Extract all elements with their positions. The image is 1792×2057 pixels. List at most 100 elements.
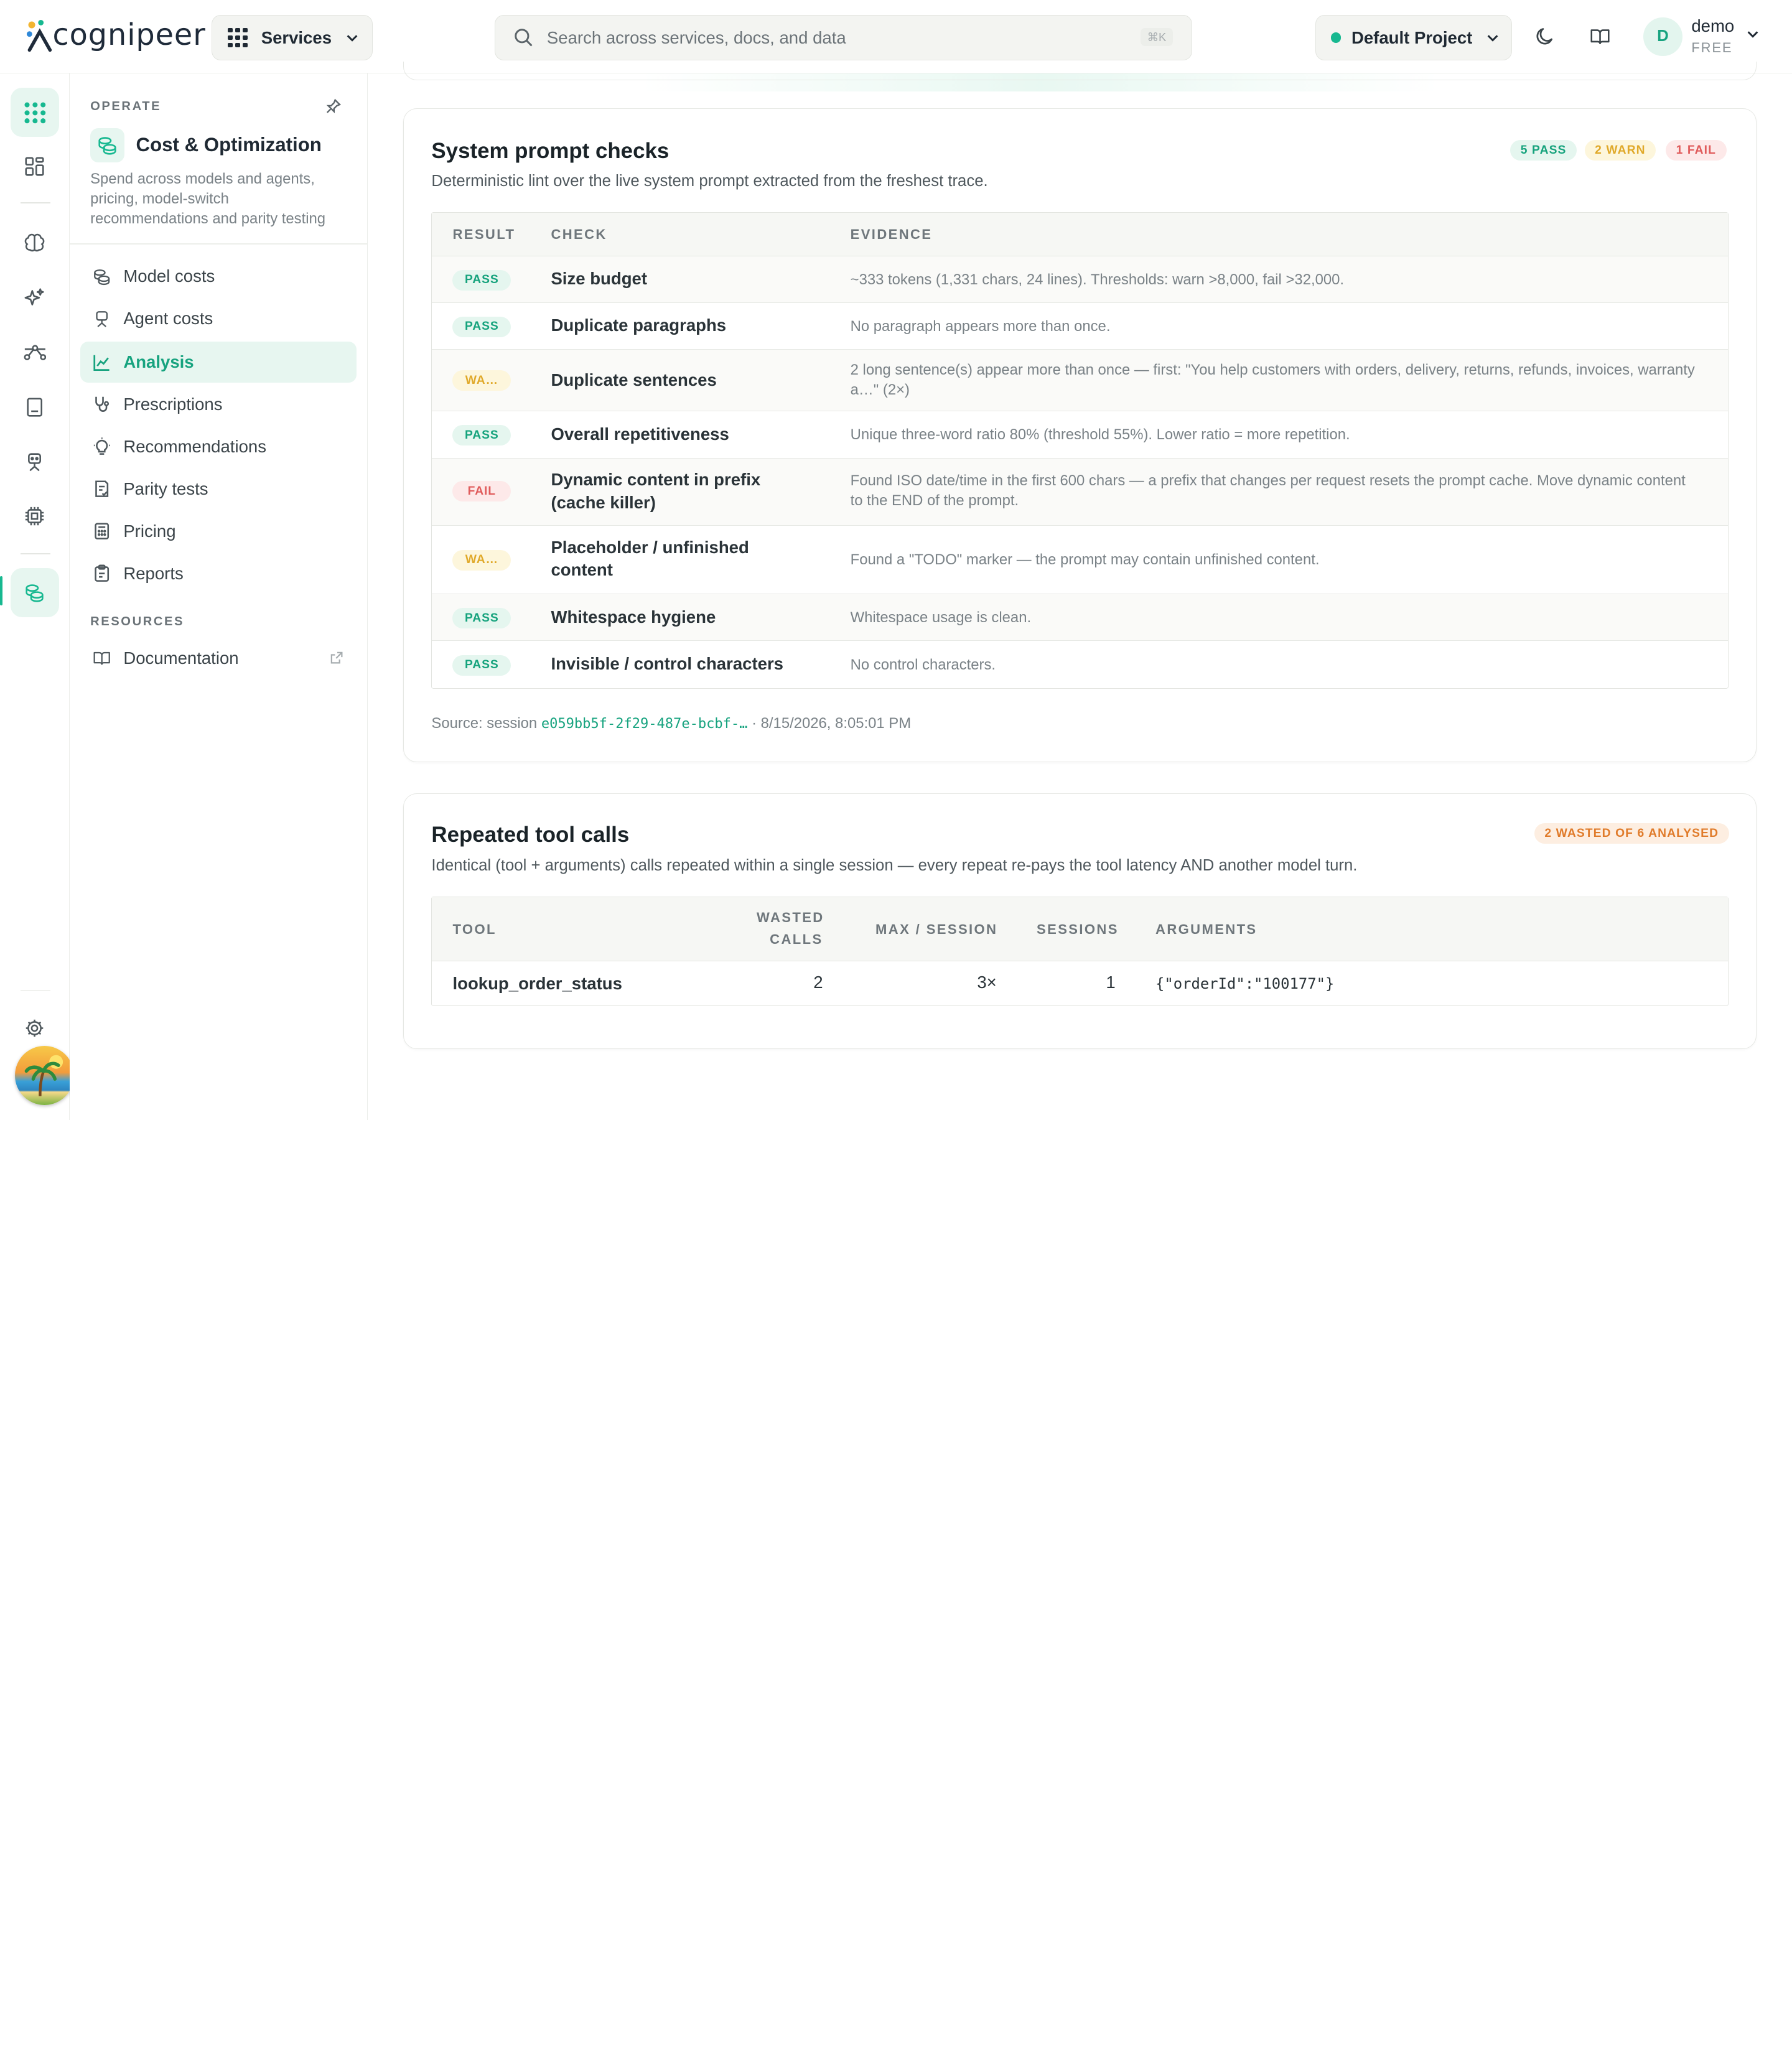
check-evidence: ~333 tokens (1,331 chars, 24 lines). Thr… (850, 271, 1345, 288)
table-row[interactable]: PASS Duplicate paragraphs No paragraph a… (432, 303, 1729, 350)
status-badge: WA… (452, 549, 511, 571)
beach-widget-icon[interactable] (14, 1045, 75, 1106)
sidebar-item-label: Documentation (123, 648, 239, 668)
check-evidence: Unique three-word ratio 80% (threshold 5… (850, 426, 1350, 444)
icon-rail (0, 73, 75, 1120)
section-label: OPERATE (90, 99, 162, 113)
column-header-max-session: MAX / SESSION (875, 921, 998, 937)
pin-icon[interactable] (325, 98, 342, 114)
table-row[interactable]: WA… Duplicate sentences 2 long sentence(… (432, 350, 1729, 412)
sidebar-item-label: Reports (123, 564, 184, 583)
sidebar-item-agent-costs[interactable]: Agent costs (80, 298, 357, 339)
status-badge: PASS (452, 425, 511, 446)
column-header-calls: CALLS (770, 931, 823, 948)
status-badge: PASS (452, 655, 511, 676)
sidebar-item-label: Recommendations (123, 437, 266, 457)
check-name: Overall repetitiveness (551, 424, 729, 444)
table-row[interactable]: lookup_order_status 2 3× 1 {"orderId":"1… (432, 961, 1728, 1006)
table-row[interactable]: PASS Whitespace hygiene Whitespace usage… (432, 594, 1729, 641)
agent-icon (91, 310, 112, 328)
coins-icon[interactable] (10, 567, 60, 617)
apps-grid-icon (228, 28, 248, 48)
user-name[interactable]: demo (1691, 16, 1734, 36)
project-selector[interactable]: Default Project (1315, 14, 1512, 61)
sparkles-icon[interactable] (11, 273, 60, 322)
sidebar-item-label: Agent costs (123, 309, 213, 329)
session-link[interactable]: e059bb5f-2f29-487e-bcbf-… (541, 716, 748, 732)
chip-icon[interactable] (11, 492, 60, 541)
section-description: Spend across models and agents, pricing,… (90, 170, 326, 228)
search-input[interactable]: Search across services, docs, and data ⌘… (495, 14, 1192, 61)
sidebar-item-parity-tests[interactable]: Parity tests (80, 469, 357, 510)
dashboard-icon[interactable] (11, 142, 60, 191)
card-subtitle: Deterministic lint over the live system … (431, 172, 988, 190)
column-header-evidence: EVIDENCE (850, 226, 933, 242)
chevron-down-icon (347, 34, 358, 42)
column-header-result: RESULT (452, 226, 516, 242)
moon-icon[interactable] (1531, 23, 1559, 50)
services-button[interactable]: Services (211, 14, 373, 61)
sidebar-item-label: Model costs (123, 266, 215, 286)
check-name: Invisible / control characters (551, 653, 783, 673)
user-plan: FREE (1691, 40, 1733, 56)
clipboard-icon (91, 564, 112, 582)
logo[interactable]: cognipeer (25, 16, 205, 55)
wasted-calls-value: 2 (813, 973, 823, 992)
check-name: Whitespace hygiene (551, 607, 716, 627)
check-evidence: Found ISO date/time in the first 600 cha… (850, 472, 1686, 509)
stethoscope-icon (91, 395, 112, 413)
search-icon (514, 29, 533, 47)
sidebar-item-label: Parity tests (123, 479, 208, 499)
apps-grid-icon[interactable] (10, 88, 60, 138)
card-subtitle: Identical (tool + arguments) calls repea… (431, 856, 1358, 874)
agent-icon[interactable] (11, 437, 60, 487)
sidebar-item-recommendations[interactable]: Recommendations (80, 426, 357, 467)
coins-icon (91, 268, 112, 286)
workflow-icon[interactable] (11, 328, 60, 377)
section-sidebar: OPERATE Cost & Optimization Spend across… (70, 73, 368, 1120)
sidebar-item-prescriptions[interactable]: Prescriptions (80, 384, 357, 425)
services-label: Services (261, 27, 332, 47)
repeated-tool-calls-card: Repeated tool calls Identical (tool + ar… (403, 793, 1757, 1050)
pass-count-badge: 5 PASS (1510, 140, 1577, 161)
rail-divider (21, 553, 50, 554)
check-evidence: No control characters. (850, 656, 996, 673)
logo-text: cognipeer (52, 18, 206, 53)
gear-icon[interactable] (11, 1004, 60, 1053)
table-row[interactable]: FAIL Dynamic content in prefix (cache ki… (432, 458, 1729, 526)
sidebar-item-documentation[interactable]: Documentation (80, 638, 357, 679)
column-header-arguments: ARGUMENTS (1155, 921, 1258, 937)
book-icon[interactable] (11, 383, 60, 432)
rail-divider (21, 989, 50, 991)
check-evidence: Found a "TODO" marker — the prompt may c… (850, 551, 1320, 568)
brain-icon[interactable] (11, 218, 60, 268)
table-row[interactable]: WA… Placeholder / unfinished content Fou… (432, 526, 1729, 595)
sidebar-item-pricing[interactable]: Pricing (80, 511, 357, 552)
project-status-dot (1330, 32, 1342, 43)
coins-icon (90, 128, 125, 162)
checklist-icon (91, 480, 112, 498)
source-timestamp: · 8/15/2026, 8:05:01 PM (752, 714, 912, 732)
book-open-icon[interactable] (1586, 23, 1613, 50)
max-session-value: 3× (977, 973, 997, 992)
sidebar-item-analysis[interactable]: Analysis (80, 342, 357, 383)
chevron-down-icon[interactable] (1746, 27, 1760, 41)
search-placeholder: Search across services, docs, and data (546, 27, 846, 47)
rail-divider (21, 202, 50, 203)
sidebar-item-model-costs[interactable]: Model costs (80, 256, 357, 297)
check-name: Dynamic content in prefix (cache killer) (551, 470, 761, 512)
table-row[interactable]: PASS Invisible / control characters No c… (432, 641, 1728, 688)
table-header: RESULT CHECK EVIDENCE (432, 212, 1729, 256)
chevron-down-icon (1488, 34, 1498, 42)
source-line: Source: session e059bb5f-2f29-487e-bcbf-… (431, 715, 911, 732)
avatar[interactable]: D (1643, 17, 1682, 56)
external-link-icon (330, 651, 343, 664)
book-open-icon (91, 650, 112, 666)
sidebar-item-reports[interactable]: Reports (80, 553, 357, 594)
table-row[interactable]: PASS Size budget ~333 tokens (1,331 char… (432, 256, 1729, 303)
status-badge: PASS (452, 269, 511, 291)
system-prompt-checks-card: System prompt checks Deterministic lint … (403, 108, 1757, 763)
table-row[interactable]: PASS Overall repetitiveness Unique three… (432, 411, 1729, 459)
chart-icon (91, 353, 112, 371)
logo-mark-icon (27, 20, 52, 52)
